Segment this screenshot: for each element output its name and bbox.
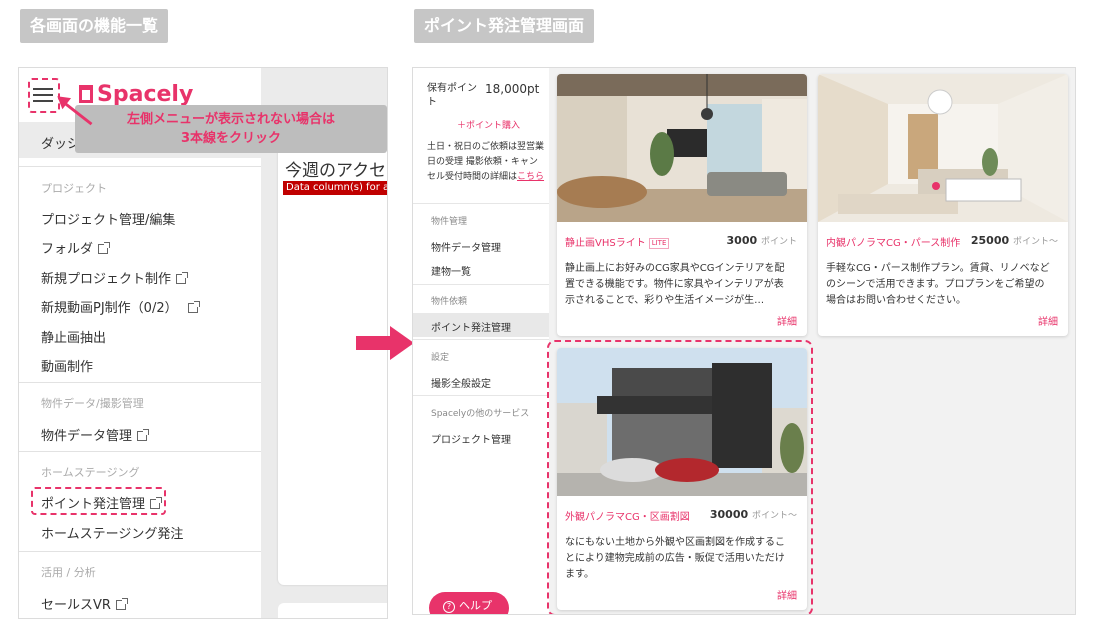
spacely-logo: Spacely [79, 82, 193, 107]
card-description: 手軽なCG・パース制作プラン。賃貸、リノベなどのシーンで活用できます。プロプラン… [826, 263, 1050, 306]
lite-badge: LITE [648, 238, 670, 249]
help-icon: ? [443, 601, 455, 613]
card-points: 3000 ポイント [726, 234, 797, 247]
nav-item-buildings[interactable]: 建物一覧 [431, 263, 471, 278]
logo-icon [79, 85, 93, 103]
transition-arrow-icon [356, 326, 416, 360]
callout-line-2: 3本線をクリック [180, 131, 282, 146]
card-title: 内観パノラマCG・パース制作 [826, 238, 961, 249]
note-link[interactable]: こちら [517, 172, 544, 182]
chart-error-message: Data column(s) for a [283, 181, 387, 195]
section-head-property: 物件データ/撮影管理 [41, 397, 144, 410]
points-label: 保有ポイント [427, 83, 477, 108]
sidebar-item-new-project[interactable]: 新規プロジェクト制作 [41, 268, 189, 287]
sidebar-item-sales-vr[interactable]: セールスVR [41, 594, 128, 613]
card-title: 静止画VHSライト LITE [565, 234, 670, 249]
sidebar-item-homestaging-order[interactable]: ホームステージング発注 [41, 523, 183, 542]
sidebar-item-folder[interactable]: フォルダ [41, 238, 111, 257]
right-screenshot: 保有ポイント 18,000pt ＋ポイント購入 土日・祝日のご依頼は翌営業日の受… [412, 67, 1076, 615]
dashboard-card-lower [278, 603, 387, 618]
section-head-homestaging: ホームステージング [41, 466, 140, 479]
nav-head-other-services: Spacelyの他のサービス [431, 409, 530, 419]
divider [19, 451, 261, 452]
nav-head-settings: 設定 [431, 353, 450, 363]
point-sidebar: 保有ポイント 18,000pt ＋ポイント購入 土日・祝日のご依頼は翌営業日の受… [413, 68, 549, 614]
points-value: 18,000pt [485, 82, 540, 96]
service-card-vhs-lite[interactable]: 静止画VHSライト LITE 3000 ポイント 静止画上にお好みのCG家具やCG… [557, 74, 807, 336]
sidebar-item-point-order[interactable]: ポイント発注管理 [41, 493, 163, 512]
nav-item-point-order[interactable]: ポイント発注管理 [431, 319, 511, 334]
divider [413, 395, 549, 396]
hamburger-callout: 左側メニューが表示されない場合は 3本線をクリック [75, 105, 387, 153]
card-image [818, 74, 1068, 222]
hamburger-menu-icon[interactable] [33, 88, 53, 106]
external-link-icon [187, 301, 200, 313]
external-link-icon [115, 598, 128, 610]
left-section-header: 各画面の機能一覧 [20, 9, 169, 43]
service-card-interior-panorama[interactable]: 内観パノラマCG・パース制作 25000 ポイント〜 手軽なCG・パース制作プラ… [818, 74, 1068, 336]
card-description: 静止画上にお好みのCG家具やCGインテリアを配置できる機能です。物件に家具やイン… [565, 263, 785, 306]
nav-item-shoot-settings[interactable]: 撮影全般設定 [431, 375, 491, 390]
sidebar-item-property-data[interactable]: 物件データ管理 [41, 425, 150, 444]
divider [19, 382, 261, 383]
divider [413, 284, 549, 285]
right-section-header: ポイント発注管理画面 [414, 9, 595, 43]
external-link-icon [150, 497, 163, 509]
external-link-icon [137, 429, 150, 441]
card-highlight [547, 340, 813, 614]
weekly-access-title: 今週のアクセ [285, 161, 387, 181]
divider [413, 203, 549, 204]
callout-line-1: 左側メニューが表示されない場合は [126, 112, 335, 127]
buy-points-link[interactable]: ＋ポイント購入 [457, 118, 520, 131]
external-link-icon [98, 242, 111, 254]
sidebar-item-still-extract[interactable]: 静止画抽出 [41, 327, 106, 346]
card-detail-link[interactable]: 詳細 [777, 313, 797, 328]
card-image [557, 74, 807, 222]
nav-head-property: 物件管理 [431, 217, 468, 227]
sidebar-item-new-video-project[interactable]: 新規動画PJ制作（0/2） [41, 297, 200, 316]
nav-head-request: 物件依頼 [431, 297, 468, 307]
divider [19, 166, 261, 167]
order-note: 土日・祝日のご依頼は翌営業日の受理 撮影依頼・キャンセル受付時間の詳細はこちら [427, 142, 545, 182]
help-button[interactable]: ? ヘルプ [429, 592, 509, 614]
divider [413, 339, 549, 340]
nav-item-property-data[interactable]: 物件データ管理 [431, 239, 501, 254]
sidebar-item-project-manage[interactable]: プロジェクト管理/編集 [41, 209, 175, 228]
dashboard-card [278, 141, 387, 585]
section-head-analysis: 活用 / 分析 [41, 566, 96, 579]
card-points: 25000 ポイント〜 [970, 234, 1058, 247]
card-detail-link[interactable]: 詳細 [1038, 313, 1058, 328]
divider [19, 551, 261, 552]
section-head-project: プロジェクト [41, 182, 107, 195]
sidebar-item-video-production[interactable]: 動画制作 [41, 356, 93, 375]
external-link-icon [176, 272, 189, 284]
nav-item-project-manage[interactable]: プロジェクト管理 [431, 431, 511, 446]
